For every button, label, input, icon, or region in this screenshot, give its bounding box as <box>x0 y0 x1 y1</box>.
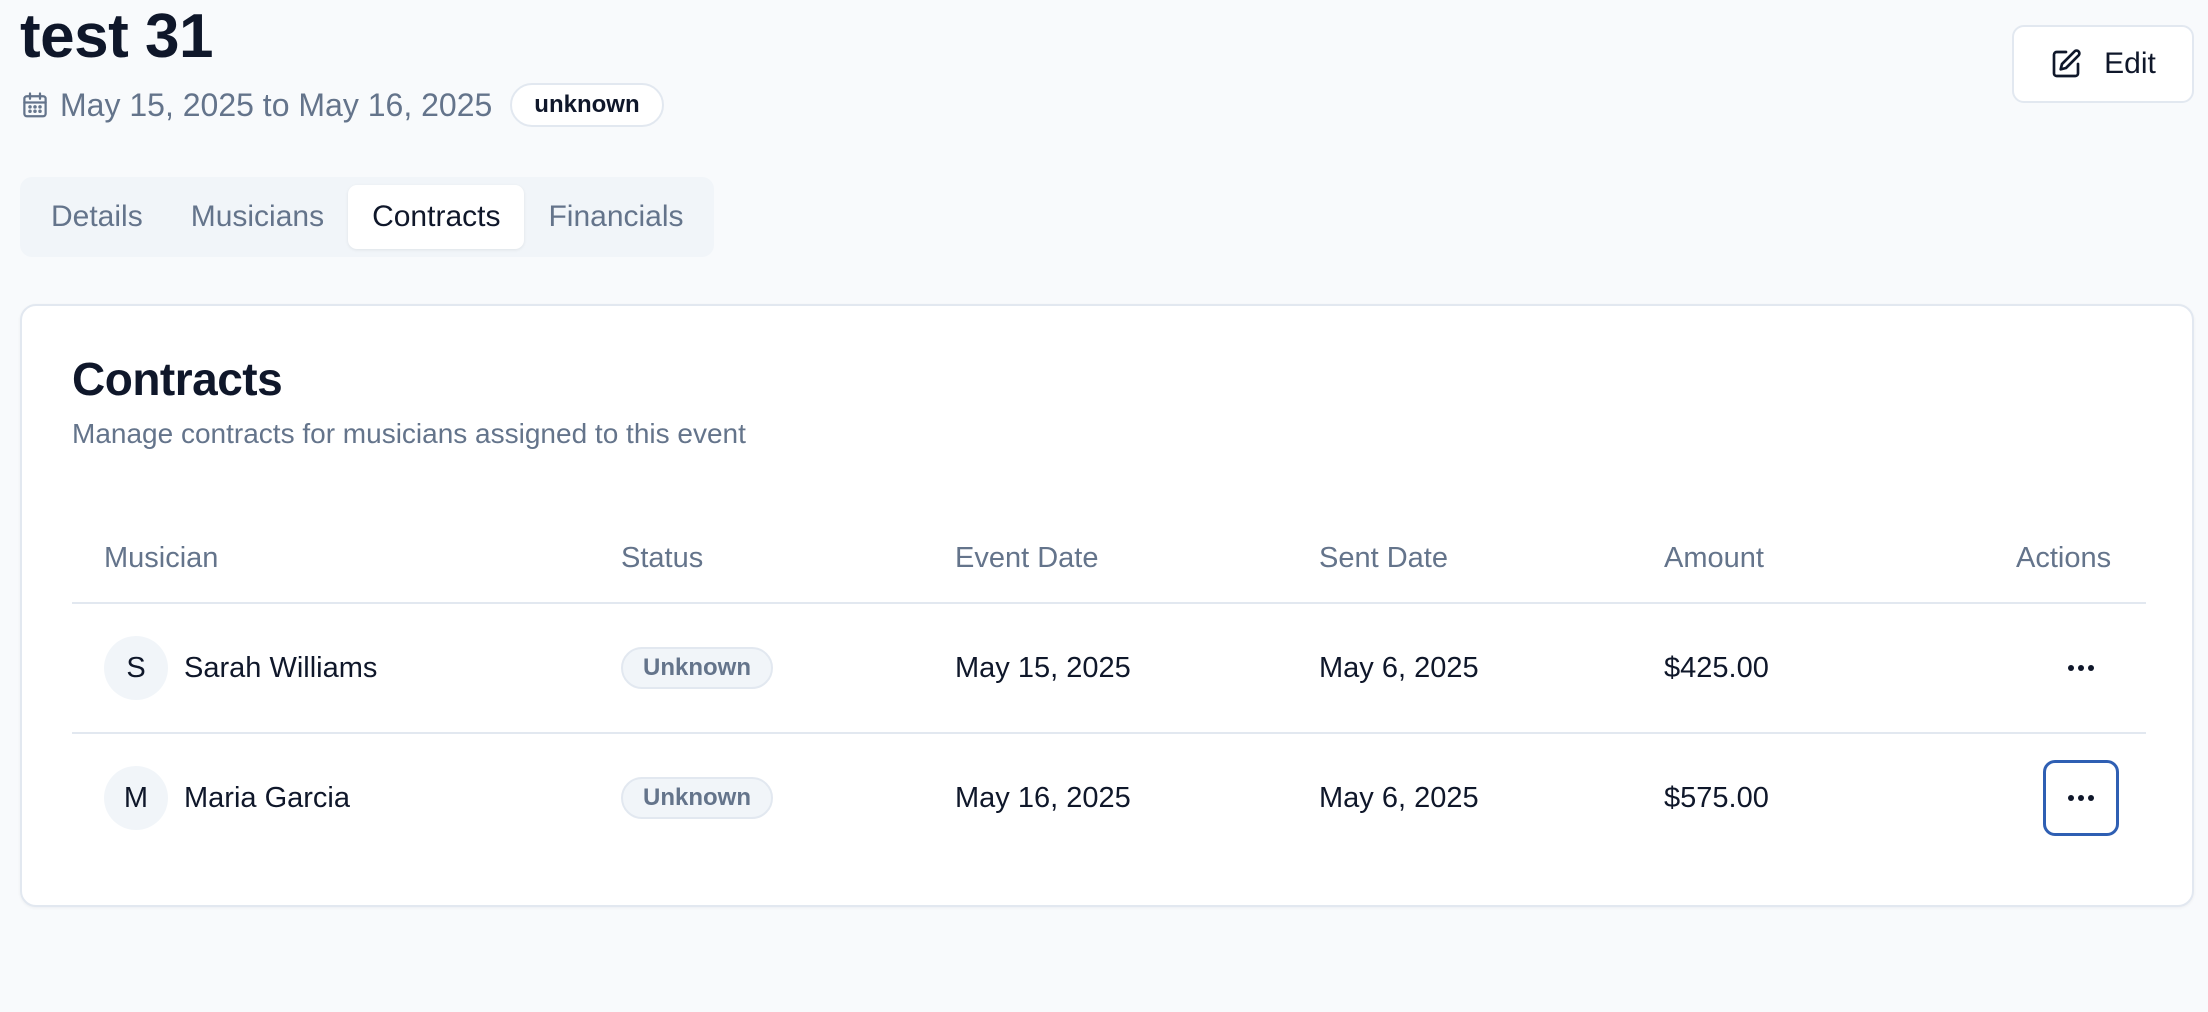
status-badge: Unknown <box>621 647 773 689</box>
event-date-cell: May 15, 2025 <box>955 651 1131 684</box>
event-date-range: May 15, 2025 to May 16, 2025 <box>60 86 493 123</box>
musician-cell: S Sarah Williams <box>104 604 377 732</box>
column-header-musician: Musician <box>104 541 219 574</box>
contracts-table: Musician Status Event Date Sent Date Amo… <box>72 512 2146 864</box>
status-cell: Unknown <box>621 604 773 732</box>
column-header-amount: Amount <box>1664 541 1764 574</box>
musician-name: Sarah Williams <box>184 651 378 684</box>
contracts-card: Contracts Manage contracts for musicians… <box>20 304 2194 907</box>
column-header-sent-date: Sent Date <box>1319 541 1448 574</box>
sent-date-cell: May 6, 2025 <box>1319 781 1479 814</box>
more-horizontal-icon <box>2067 794 2095 802</box>
event-date-row: May 15, 2025 to May 16, 2025 unknown <box>20 82 664 128</box>
edit-icon <box>2050 48 2082 80</box>
table-row: M Maria Garcia Unknown May 16, 2025 May … <box>72 734 2146 864</box>
contracts-subtitle: Manage contracts for musicians assigned … <box>72 418 746 449</box>
row-actions-button[interactable] <box>2043 630 2119 706</box>
tab-list: Details Musicians Contracts Financials <box>20 177 714 257</box>
tab-musicians[interactable]: Musicians <box>167 185 348 249</box>
more-horizontal-icon <box>2067 664 2095 672</box>
column-header-event-date: Event Date <box>955 541 1099 574</box>
row-actions-button[interactable] <box>2043 760 2119 836</box>
contracts-title: Contracts <box>72 353 283 405</box>
status-badge: Unknown <box>621 777 773 819</box>
event-detail-page: test 31 May 15, 2025 to May 16, 2025 unk… <box>0 0 2208 1012</box>
avatar: M <box>104 766 168 830</box>
musician-cell: M Maria Garcia <box>104 734 350 862</box>
event-status-badge: unknown <box>510 83 664 127</box>
sent-date-cell: May 6, 2025 <box>1319 651 1479 684</box>
column-header-actions: Actions <box>2016 541 2112 574</box>
column-header-status: Status <box>621 541 704 574</box>
avatar: S <box>104 636 168 700</box>
calendar-icon <box>20 90 50 120</box>
event-date-cell: May 16, 2025 <box>955 781 1131 814</box>
tab-contracts[interactable]: Contracts <box>348 185 525 249</box>
table-row: S Sarah Williams Unknown May 15, 2025 Ma… <box>72 604 2146 734</box>
table-header-row: Musician Status Event Date Sent Date Amo… <box>72 512 2146 604</box>
page-title: test 31 <box>20 2 213 71</box>
amount-cell: $425.00 <box>1664 651 1769 684</box>
musician-name: Maria Garcia <box>184 781 350 814</box>
status-cell: Unknown <box>621 734 773 862</box>
tab-financials[interactable]: Financials <box>524 185 707 249</box>
amount-cell: $575.00 <box>1664 781 1769 814</box>
tab-details[interactable]: Details <box>27 185 167 249</box>
edit-button[interactable]: Edit <box>2012 25 2194 103</box>
edit-button-label: Edit <box>2104 47 2156 80</box>
